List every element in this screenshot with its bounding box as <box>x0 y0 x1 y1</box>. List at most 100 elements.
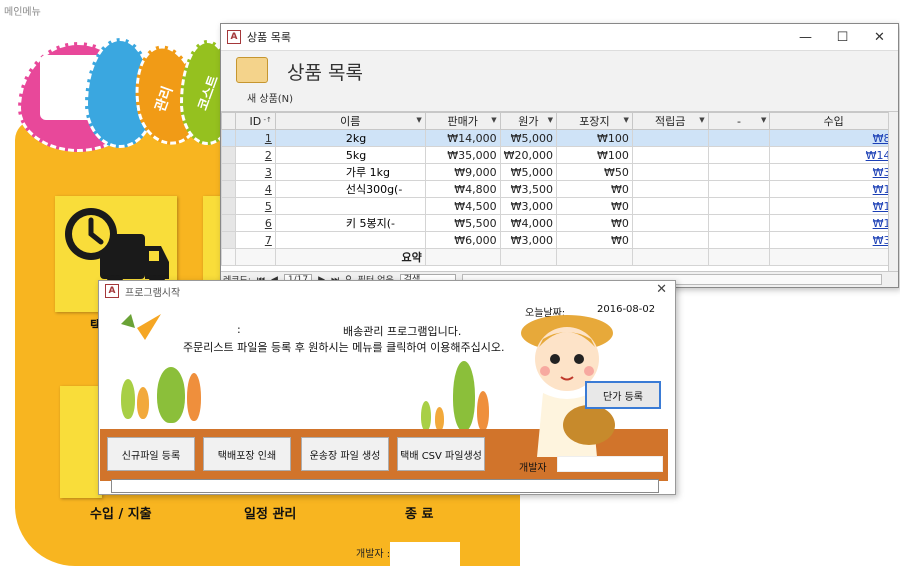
cell-wrap[interactable]: ₩50 <box>556 163 633 181</box>
unit-price-register-button[interactable]: 단가 등록 <box>585 381 661 409</box>
product-window-titlebar[interactable]: A 상품 목록 — ☐ ✕ <box>221 24 898 50</box>
minimize-icon[interactable]: — <box>787 30 824 45</box>
cell-dash[interactable] <box>707 231 771 249</box>
cell-price[interactable]: ₩4,800 <box>424 180 501 198</box>
cell-points[interactable] <box>631 180 709 198</box>
row-selector[interactable] <box>221 163 236 181</box>
cell-price[interactable]: ₩9,000 <box>424 163 501 181</box>
row-selector[interactable] <box>221 231 236 249</box>
row-selector[interactable] <box>221 214 236 232</box>
cell-points[interactable] <box>631 197 709 215</box>
row-selector[interactable] <box>221 197 236 215</box>
cell-dash[interactable] <box>707 146 771 164</box>
cell-wrap[interactable]: ₩0 <box>556 180 633 198</box>
print-package-label-button[interactable]: 택배포장 인쇄 <box>203 437 291 471</box>
cell-cost[interactable]: ₩5,000 <box>499 129 558 147</box>
cell-name[interactable]: 5kg <box>274 146 426 164</box>
column-header-income[interactable]: 수입▼ <box>769 112 898 130</box>
cell-id[interactable]: 1 <box>234 129 276 147</box>
main-menu-title: 메인메뉴 <box>4 7 41 18</box>
cell-income[interactable]: ₩3, <box>769 231 898 249</box>
column-header-points[interactable]: 적립금 ▼ <box>631 112 709 130</box>
cell-price[interactable]: ₩4,500 <box>424 197 501 215</box>
cell-name[interactable]: 가루 1kg <box>274 163 426 181</box>
column-header-id[interactable]: ID -↑ <box>234 112 276 130</box>
maximize-icon[interactable]: ☐ <box>824 30 861 45</box>
close-icon[interactable]: ✕ <box>656 282 667 297</box>
cell-cost[interactable]: ₩4,000 <box>499 214 558 232</box>
logo-icon <box>121 314 161 340</box>
table-row[interactable]: 2 5kg ₩35,000 ₩20,000 ₩100 ₩14, <box>221 146 898 164</box>
cell-dash[interactable] <box>707 129 771 147</box>
cell-cost[interactable]: ₩3,000 <box>499 231 558 249</box>
cell-name[interactable] <box>274 197 426 215</box>
cell-name[interactable]: 키 5봉지(- <box>274 214 426 232</box>
income-expense-tile[interactable] <box>60 386 102 498</box>
cell-id[interactable]: 2 <box>234 146 276 164</box>
cell-cost[interactable]: ₩3,500 <box>499 180 558 198</box>
row-selector[interactable] <box>221 146 236 164</box>
column-header-dash[interactable]: - ▼ <box>707 112 771 130</box>
cell-dash[interactable] <box>707 214 771 232</box>
cell-dash[interactable] <box>707 180 771 198</box>
column-header-price[interactable]: 판매가 ▼ <box>424 112 501 130</box>
cell-cost[interactable]: ₩20,000 <box>499 146 558 164</box>
schedule-caption[interactable]: 일정 관리 <box>244 503 296 522</box>
cell-price[interactable]: ₩6,000 <box>424 231 501 249</box>
row-selector-header[interactable] <box>221 112 236 130</box>
exit-caption[interactable]: 종 료 <box>405 503 433 522</box>
form-header-icon <box>236 57 268 83</box>
new-product-button[interactable]: 새 상품(N) <box>247 94 293 105</box>
cell-income[interactable]: ₩1, <box>769 214 898 232</box>
cell-income[interactable]: ₩3, <box>769 163 898 181</box>
table-row[interactable]: 4 선식300g(- ₩4,800 ₩3,500 ₩0 ₩1, <box>221 180 898 198</box>
cell-dash[interactable] <box>707 163 771 181</box>
cell-points[interactable] <box>631 129 709 147</box>
cell-cost[interactable]: ₩3,000 <box>499 197 558 215</box>
cell-income[interactable]: ₩1, <box>769 197 898 215</box>
cell-points[interactable] <box>631 163 709 181</box>
close-icon[interactable]: ✕ <box>861 30 898 45</box>
cell-wrap[interactable]: ₩0 <box>556 214 633 232</box>
new-file-register-button[interactable]: 신규파일 등록 <box>107 437 195 471</box>
row-selector[interactable] <box>221 129 236 147</box>
table-row[interactable]: 5 ₩4,500 ₩3,000 ₩0 ₩1, <box>221 197 898 215</box>
cell-wrap[interactable]: ₩0 <box>556 231 633 249</box>
cell-wrap[interactable]: ₩100 <box>556 129 633 147</box>
cell-name[interactable]: 선식300g(- <box>274 180 426 198</box>
cell-price[interactable]: ₩5,500 <box>424 214 501 232</box>
cell-points[interactable] <box>631 146 709 164</box>
cell-name[interactable]: 2kg <box>274 129 426 147</box>
cell-id[interactable]: 5 <box>234 197 276 215</box>
cell-wrap[interactable]: ₩100 <box>556 146 633 164</box>
cell-name[interactable] <box>274 231 426 249</box>
column-header-cost[interactable]: 원가 ▼ <box>499 112 558 130</box>
cell-points[interactable] <box>631 231 709 249</box>
table-row[interactable]: 6키 5봉지(- ₩5,500 ₩4,000 ₩0 ₩1, <box>221 214 898 232</box>
cell-id[interactable]: 4 <box>234 180 276 198</box>
start-window-titlebar[interactable]: A 프로그램시작 <box>99 281 675 301</box>
income-expense-caption[interactable]: 수입 / 지출 <box>90 503 152 522</box>
status-input[interactable] <box>111 479 659 493</box>
cell-id[interactable]: 7 <box>234 231 276 249</box>
cell-points[interactable] <box>631 214 709 232</box>
cell-income[interactable]: ₩8, <box>769 129 898 147</box>
create-csv-file-button[interactable]: 택배 CSV 파일생성 <box>397 437 485 471</box>
table-row[interactable]: 7 ₩6,000 ₩3,000 ₩0 ₩3, <box>221 231 898 249</box>
cell-cost[interactable]: ₩5,000 <box>499 163 558 181</box>
cell-wrap[interactable]: ₩0 <box>556 197 633 215</box>
grid-vertical-scrollbar[interactable] <box>888 112 898 272</box>
cell-id[interactable]: 3 <box>234 163 276 181</box>
cell-price[interactable]: ₩35,000 <box>424 146 501 164</box>
table-row[interactable]: 3 가루 1kg ₩9,000 ₩5,000 ₩50 ₩3, <box>221 163 898 181</box>
cell-id[interactable]: 6 <box>234 214 276 232</box>
create-waybill-file-button[interactable]: 운송장 파일 생성 <box>301 437 389 471</box>
row-selector[interactable] <box>221 180 236 198</box>
column-header-name[interactable]: 이름 ▼ <box>274 112 426 130</box>
cell-dash[interactable] <box>707 197 771 215</box>
table-row[interactable]: 1 2kg ₩14,000 ₩5,000 ₩100 ₩8, <box>221 129 898 147</box>
cell-income[interactable]: ₩14, <box>769 146 898 164</box>
cell-income[interactable]: ₩1, <box>769 180 898 198</box>
cell-price[interactable]: ₩14,000 <box>424 129 501 147</box>
column-header-wrap[interactable]: 포장지 ▼ <box>556 112 633 130</box>
